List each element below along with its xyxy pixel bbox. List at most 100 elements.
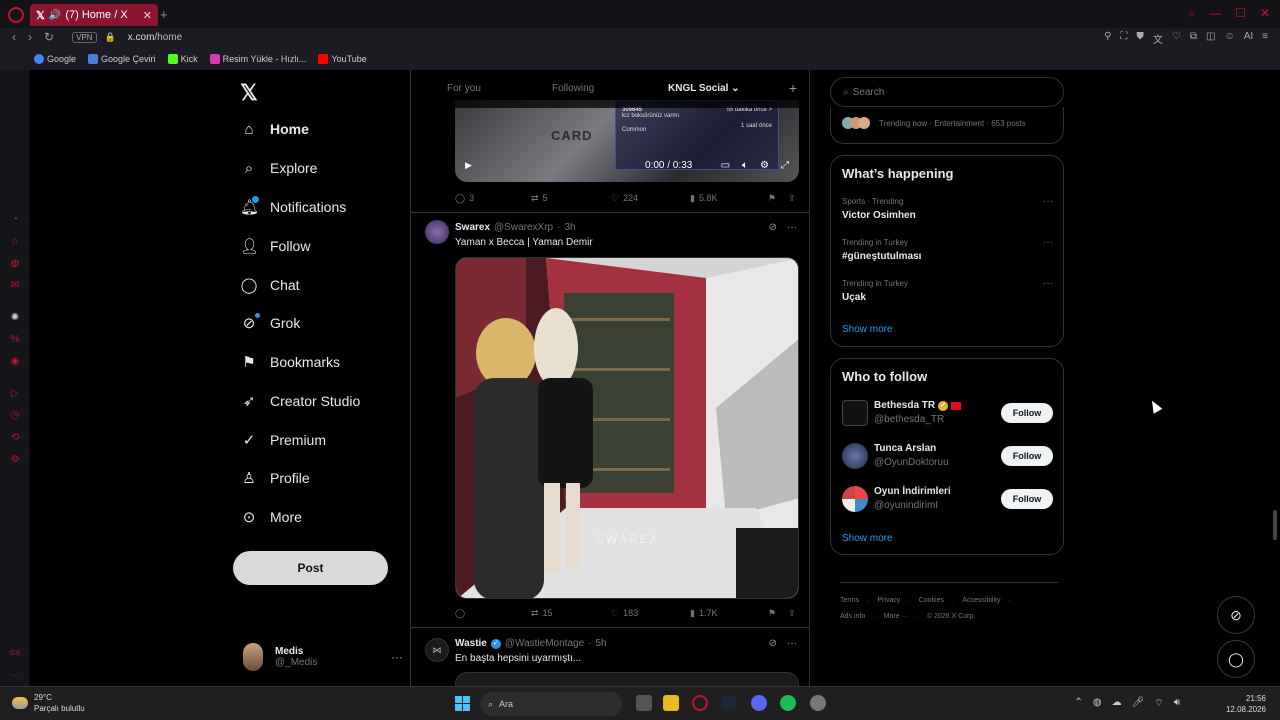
repost-button[interactable]: ⇄ 5 (531, 193, 548, 204)
bookmark-kick[interactable]: Kick (167, 54, 198, 64)
weather-widget[interactable]: 29°C Parçalı bulutlu (12, 692, 85, 714)
nav-creator-studio[interactable]: ➶ Creator Studio (240, 386, 361, 416)
author-name[interactable]: Wastie (455, 638, 487, 649)
search-tabs-icon[interactable]: ⌕ (1188, 6, 1195, 21)
reply-button[interactable]: ◯ (455, 608, 465, 619)
nav-profile[interactable]: ♙ Profile (240, 463, 309, 493)
sidebar-workspace-icon[interactable]: ⌂ (9, 236, 21, 248)
tab-kngl-social[interactable]: KNGL Social ⌄ (668, 83, 740, 94)
sidebar-gx-icon[interactable]: GX (9, 648, 21, 660)
bookmark-google[interactable]: Google (34, 54, 76, 64)
steam-icon[interactable] (721, 695, 737, 711)
footer-privacy[interactable]: Privacy (877, 597, 900, 604)
bookmark-button[interactable]: ⚑ (768, 608, 776, 619)
bookmark-resim-yukle[interactable]: Resim Yükle - Hızlı... (209, 54, 306, 64)
sidebar-crypto-icon[interactable]: ◉ (9, 356, 21, 368)
bookmark-button[interactable]: ⚑ (768, 193, 776, 204)
more-dots-icon[interactable]: ··· (1043, 237, 1053, 248)
shield-icon[interactable]: ⛊ (1136, 31, 1144, 46)
clock[interactable]: 21:56 12.08.2026 (1226, 693, 1266, 715)
author-handle[interactable]: @SwarexXrp (494, 222, 553, 233)
sidebar-settings-icon[interactable]: ⚙ (9, 454, 21, 466)
translate-icon[interactable]: 文 (1153, 31, 1163, 46)
account-switcher[interactable]: Medis @_Medis ··· (243, 640, 403, 674)
nav-more[interactable]: ⊙ More (240, 502, 302, 532)
video-settings-icon[interactable]: ⚙ (760, 160, 769, 171)
wtf-name[interactable]: Oyun İndirimleri (874, 486, 951, 497)
tab-for-you[interactable]: For you (447, 83, 481, 94)
sidebar-player-icon[interactable]: ▷ (9, 388, 21, 400)
sidebar-aria-icon[interactable]: ◔ (9, 214, 21, 226)
avatar[interactable] (425, 220, 449, 244)
nav-grok[interactable]: ⊘ Grok (240, 308, 301, 338)
browser-tab-active[interactable]: 𝕏 🔊 (7) Home / X ✕ (30, 4, 158, 26)
bookmark-youtube[interactable]: YouTube (318, 54, 367, 64)
tweet0-video[interactable]: CARD 309645 kız boksörünüz varmı Common … (455, 100, 799, 182)
author-handle[interactable]: @WastieMontage (505, 638, 584, 649)
sidebar-discount-icon[interactable]: % (9, 334, 21, 346)
tweet-time[interactable]: 5h (595, 638, 606, 649)
bookmark-google-translate[interactable]: Google Çeviri (88, 54, 156, 64)
back-icon[interactable]: ‹ (12, 30, 16, 44)
wifi-icon[interactable]: ⌔ (1154, 697, 1163, 710)
more-dots-icon[interactable]: ··· (1043, 196, 1053, 207)
footer-ads-info[interactable]: Ads info (840, 613, 865, 620)
minimize-icon[interactable]: — (1209, 6, 1221, 21)
discord-icon[interactable] (751, 695, 767, 711)
footer-more[interactable]: More ··· (884, 613, 909, 620)
repost-button[interactable]: ⇄ 15 (531, 608, 553, 619)
volume-icon[interactable]: 🔊︎ (1174, 697, 1180, 710)
grok-fab-button[interactable]: ⊘ (1217, 596, 1255, 634)
reload-icon[interactable]: ↻ (44, 30, 54, 44)
captions-icon[interactable]: ▭ (721, 160, 730, 171)
network-icon[interactable]: ◍ (1093, 697, 1102, 710)
views-button[interactable]: ▮ 1.7K (690, 608, 717, 619)
opera-logo-icon[interactable] (8, 7, 24, 23)
footer-accessibility[interactable]: Accessibility (962, 597, 1000, 604)
sidebar-history-icon[interactable]: ◷ (9, 410, 21, 422)
sidebar-messenger-icon[interactable]: ◍ (9, 258, 21, 270)
author-name[interactable]: Swarex (455, 222, 490, 233)
nav-home[interactable]: ⌂ Home (240, 114, 308, 144)
nav-premium[interactable]: ✓ Premium (240, 425, 326, 455)
follow-button[interactable]: Follow (1001, 446, 1053, 466)
heart-icon[interactable]: ♡ (1172, 31, 1181, 46)
like-button[interactable]: ♡ 183 (611, 608, 638, 619)
show-more-link[interactable]: Show more (842, 324, 893, 335)
snapshot-icon[interactable]: ⛶ (1120, 31, 1127, 46)
speaker-icon[interactable]: 🔊 (49, 10, 61, 21)
spotify-icon[interactable] (780, 695, 796, 711)
footer-terms[interactable]: Terms (840, 597, 859, 604)
more-dots-icon[interactable]: ··· (1043, 278, 1053, 289)
sidebar-more-icon[interactable]: ··· (9, 670, 21, 682)
taskbar-search[interactable]: ⌕ Ara (480, 692, 622, 716)
trend-name[interactable]: Victor Osimhen (842, 210, 916, 221)
fullscreen-icon[interactable]: ⤢ (781, 160, 789, 171)
wtf-name[interactable]: Bethesda TR ✓ (874, 400, 962, 411)
post-button[interactable]: Post (233, 551, 388, 585)
trend-name[interactable]: #güneştutulması (842, 251, 921, 262)
new-tab-icon[interactable]: + (160, 7, 168, 22)
more-dots-icon[interactable]: ··· (787, 638, 797, 649)
nav-follow[interactable]: 👤︎ Follow (240, 231, 310, 261)
opera-taskbar-icon[interactable] (692, 695, 708, 711)
share-button[interactable]: ⇪ (788, 193, 796, 204)
file-explorer-icon[interactable] (663, 695, 679, 711)
follow-button[interactable]: Follow (1001, 489, 1053, 509)
tweet-time[interactable]: 3h (564, 222, 575, 233)
forward-icon[interactable]: › (28, 30, 32, 44)
sidebar-extensions-icon[interactable]: ⟲ (9, 432, 21, 444)
trend-name[interactable]: Uçak (842, 292, 866, 303)
nav-explore[interactable]: ⌕ Explore (240, 153, 318, 183)
profile-icon[interactable]: ☺ (1224, 31, 1234, 46)
reply-button[interactable]: ◯ 3 (455, 193, 474, 204)
vpn-badge[interactable]: VPN (72, 31, 97, 43)
share-button[interactable]: ⇪ (788, 608, 796, 619)
sidebar-mail-icon[interactable]: ✉ (9, 280, 21, 292)
grok-icon[interactable]: ⊘ (769, 222, 777, 233)
app-icon[interactable] (810, 695, 826, 711)
start-button[interactable] (455, 696, 470, 711)
nav-chat[interactable]: ◯ Chat (240, 270, 300, 300)
tab-following[interactable]: Following (552, 83, 594, 94)
follow-button[interactable]: Follow (1001, 403, 1053, 423)
